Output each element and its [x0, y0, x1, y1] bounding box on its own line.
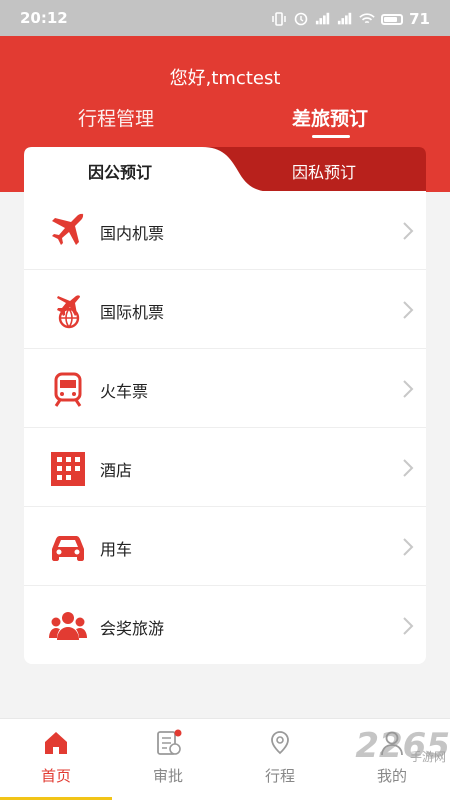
chevron-right-icon	[403, 301, 414, 319]
signal-icon-2	[338, 12, 352, 25]
booking-type-tabs: 因公预订 因私预订	[24, 147, 426, 192]
plane-icon	[52, 213, 84, 245]
chevron-right-icon	[403, 222, 414, 240]
wifi-icon	[359, 13, 375, 24]
nav-label: 首页	[40, 767, 71, 785]
nav-home[interactable]: 首页	[16, 729, 96, 786]
service-international-flight[interactable]: 国际机票	[24, 270, 426, 349]
car-icon	[52, 536, 84, 561]
status-bar: 20:12 71	[0, 0, 450, 36]
service-car[interactable]: 用车	[24, 507, 426, 586]
nav-itinerary[interactable]: 行程	[240, 729, 320, 786]
service-label: 会奖旅游	[100, 619, 165, 638]
signal-icon	[316, 12, 330, 25]
vibrate-icon	[272, 12, 286, 26]
service-label: 酒店	[100, 461, 133, 480]
chevron-right-icon	[403, 380, 414, 398]
group-icon	[49, 612, 87, 640]
service-hotel[interactable]: 酒店	[24, 428, 426, 507]
home-icon	[45, 732, 67, 754]
battery-icon	[381, 13, 404, 25]
tab-business-booking[interactable]: 因公预订	[88, 159, 152, 183]
nav-label: 行程	[264, 767, 295, 785]
location-icon	[271, 731, 289, 755]
service-train-ticket[interactable]: 火车票	[24, 349, 426, 428]
train-icon	[54, 372, 82, 407]
battery-level: 71	[409, 10, 430, 28]
status-time: 20:12	[20, 9, 68, 27]
service-label: 火车票	[100, 382, 149, 401]
nav-approval[interactable]: 审批	[128, 729, 208, 786]
tab-trip-management[interactable]: 行程管理	[78, 104, 154, 131]
approval-icon	[157, 729, 182, 755]
chevron-right-icon	[403, 617, 414, 635]
alarm-icon	[294, 12, 308, 26]
chevron-right-icon	[403, 538, 414, 556]
booking-tabs-background	[24, 147, 426, 192]
status-icons: 71	[271, 10, 430, 28]
chevron-right-icon	[403, 459, 414, 477]
nav-label: 审批	[152, 767, 183, 785]
service-incentive-travel[interactable]: 会奖旅游	[24, 586, 426, 665]
service-domestic-flight[interactable]: 国内机票	[24, 191, 426, 270]
nav-label: 我的	[376, 767, 407, 785]
tab-travel-booking[interactable]: 差旅预订	[292, 104, 368, 131]
tab-private-booking[interactable]: 因私预订	[292, 159, 356, 183]
service-label: 国际机票	[100, 303, 165, 322]
globe-plane-icon	[57, 295, 80, 329]
service-label: 国内机票	[100, 224, 165, 243]
service-label: 用车	[100, 540, 133, 559]
greeting: 您好,tmctest	[169, 68, 281, 89]
service-list: 国内机票 国际机票 火车票 酒店 用车 会奖旅游	[24, 191, 426, 664]
hotel-icon	[51, 452, 85, 486]
active-tab-underline	[312, 135, 350, 138]
watermark-subtitle: 手游网	[409, 750, 446, 764]
